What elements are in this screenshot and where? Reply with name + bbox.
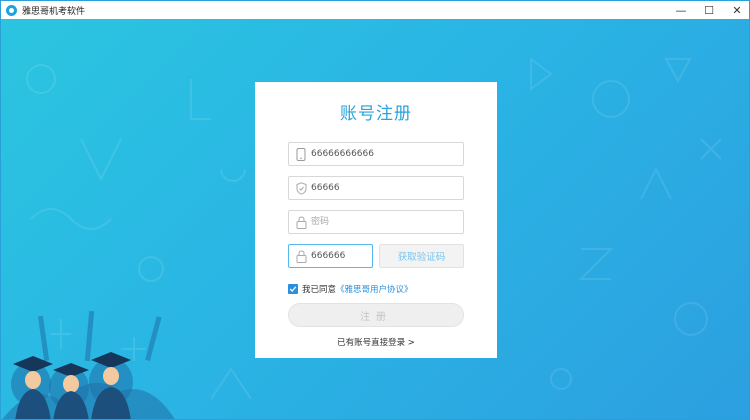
password-input[interactable]	[311, 212, 451, 232]
lock-icon	[291, 211, 311, 233]
window-controls: — ☐ ✕	[667, 1, 749, 19]
confirm-code-field[interactable]	[288, 244, 373, 268]
window-title: 雅思哥机考软件	[22, 6, 86, 17]
maximize-button[interactable]: ☐	[695, 1, 723, 19]
background-panel: 账号注册 66666666666 66666 666666 获取验证码 我已同意…	[1, 19, 749, 419]
register-button[interactable]: 注册	[288, 303, 464, 327]
phone-field[interactable]	[288, 142, 464, 166]
sms-code-field[interactable]	[288, 176, 464, 200]
password-field[interactable]	[288, 210, 464, 234]
get-code-button[interactable]: 获取验证码	[379, 244, 464, 268]
page-title: 账号注册	[340, 104, 412, 124]
close-button[interactable]: ✕	[723, 1, 749, 19]
app-window: 雅思哥机考软件 — ☐ ✕ 账号注册 66666666666 66666 666…	[0, 0, 750, 420]
login-link[interactable]: 已有账号直接登录 >	[255, 336, 497, 348]
confirm-code-input[interactable]	[311, 246, 369, 266]
agree-label: 我已同意	[302, 285, 337, 295]
title-bar: 雅思哥机考软件 — ☐ ✕	[1, 1, 749, 19]
app-logo-icon	[6, 4, 17, 16]
register-card: 账号注册 66666666666 66666 666666 获取验证码 我已同意…	[255, 82, 497, 358]
sms-code-input[interactable]	[311, 178, 451, 198]
agreement-row: 我已同意 《雅思哥用户协议》	[288, 283, 413, 295]
shield-icon	[291, 177, 311, 199]
minimize-button[interactable]: —	[667, 1, 695, 19]
lock-icon	[291, 245, 311, 267]
graduates-illustration	[2, 310, 175, 419]
agree-checkbox[interactable]	[288, 284, 298, 294]
phone-input[interactable]	[311, 144, 451, 164]
user-agreement-link[interactable]: 《雅思哥用户协议》	[336, 283, 413, 295]
phone-icon	[291, 143, 311, 165]
